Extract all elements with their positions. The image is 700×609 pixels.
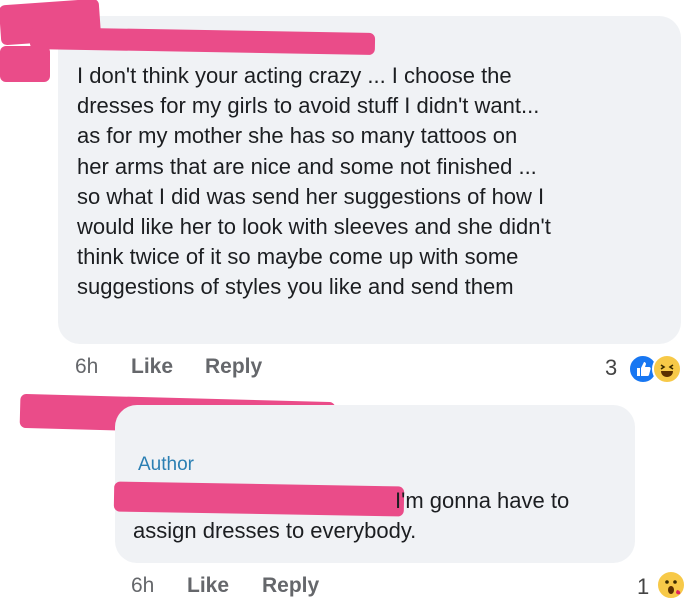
redaction-mark — [0, 46, 50, 82]
author-badge: Author — [138, 454, 194, 475]
wow-icon — [656, 570, 686, 600]
haha-icon — [652, 354, 682, 384]
reply-timestamp: 6h — [131, 574, 155, 597]
reply-text-content: I'm gonna have to assign dresses to ever… — [133, 488, 570, 544]
reply-button[interactable]: Reply — [205, 355, 262, 379]
reply-text: I'm gonna have to assign dresses to ever… — [133, 486, 633, 546]
reaction-count[interactable]: 1 — [637, 574, 649, 600]
comment-timestamp: 6h — [75, 355, 99, 378]
comment-text: I don't think your acting crazy ... I ch… — [77, 63, 551, 300]
reply-button[interactable]: Reply — [262, 574, 319, 598]
reaction-count[interactable]: 3 — [605, 355, 617, 381]
like-button[interactable]: Like — [131, 355, 173, 379]
like-button[interactable]: Like — [187, 574, 229, 598]
